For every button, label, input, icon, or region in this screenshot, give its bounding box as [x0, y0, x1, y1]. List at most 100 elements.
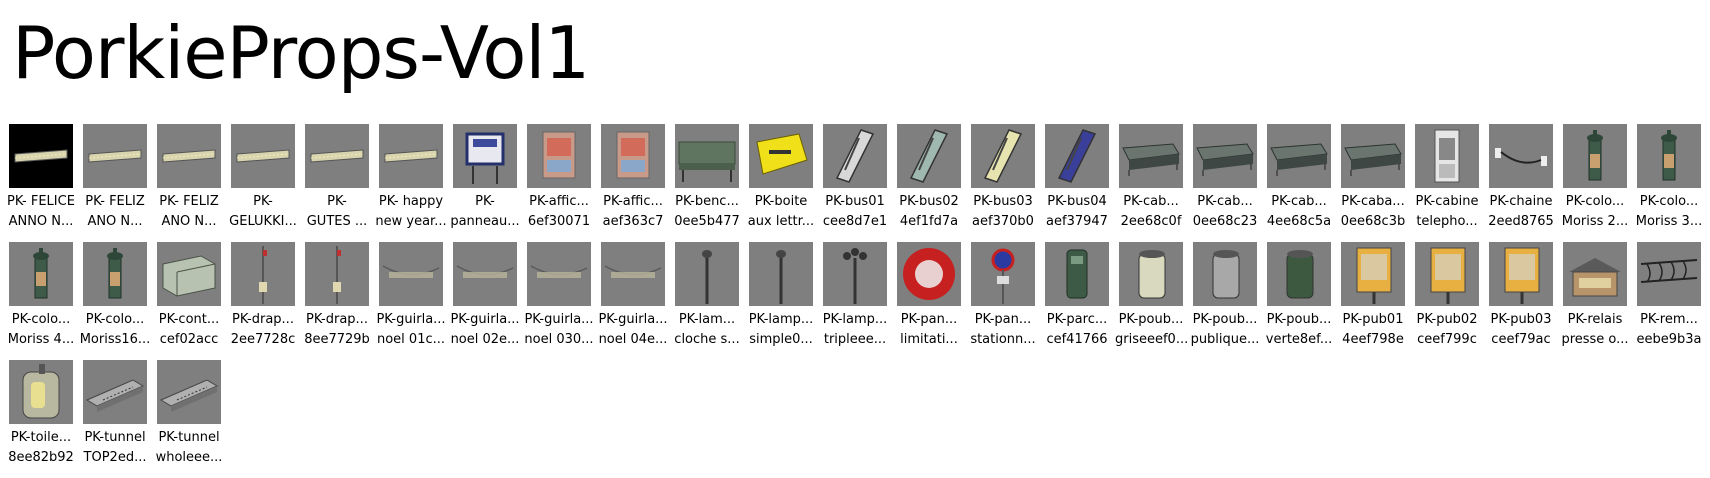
- file-item[interactable]: PK-rem... eebe9b3a: [1632, 242, 1706, 360]
- file-item[interactable]: PK-toile... 8ee82b92: [4, 360, 78, 478]
- file-label-line1: PK-colo...: [85, 312, 145, 327]
- file-item[interactable]: PK-lamp... simple0...: [744, 242, 818, 360]
- file-label-line1: PK-: [475, 194, 495, 209]
- file-item[interactable]: PK-boite aux lettr...: [744, 124, 818, 242]
- file-label-line2: aux lettr...: [747, 214, 815, 229]
- file-label: PK-lamp... simple0...: [745, 310, 817, 350]
- file-item[interactable]: PK- GUTES ...: [300, 124, 374, 242]
- file-item[interactable]: PK-cab... 4ee68c5a: [1262, 124, 1336, 242]
- file-item[interactable]: PK-drap... 2ee7728c: [226, 242, 300, 360]
- file-label: PK-guirla... noel 04e...: [597, 310, 669, 350]
- morris-column-icon: [83, 242, 147, 306]
- file-label-line1: PK-bus02: [899, 194, 959, 209]
- file-item[interactable]: PK-drap... 8ee7729b: [300, 242, 374, 360]
- file-label-line1: PK-affic...: [529, 194, 589, 209]
- file-item[interactable]: PK-bus02 4ef1fd7a: [892, 124, 966, 242]
- file-label-line2: aef363c7: [602, 214, 664, 229]
- file-label: PK-cab... 0ee68c23: [1189, 192, 1261, 232]
- trash-bin-icon: [1267, 242, 1331, 306]
- file-item[interactable]: PK-pan... stationn...: [966, 242, 1040, 360]
- morris-column-icon: [1563, 124, 1627, 188]
- file-label-line1: PK-guirla...: [598, 312, 668, 327]
- file-label-line1: PK-poub...: [1266, 312, 1332, 327]
- file-label-line2: 4ee68c5a: [1266, 214, 1332, 229]
- file-item[interactable]: PK-bus01 cee8d7e1: [818, 124, 892, 242]
- file-item[interactable]: PK-pub03 ceef79ac: [1484, 242, 1558, 360]
- file-item[interactable]: PK-poub... publique...: [1188, 242, 1262, 360]
- file-item[interactable]: PK-affic... 6ef30071: [522, 124, 596, 242]
- file-item[interactable]: PK-guirla... noel 04e...: [596, 242, 670, 360]
- file-label-line2: griseeef0...: [1115, 332, 1187, 347]
- file-item[interactable]: PK-cabine telepho...: [1410, 124, 1484, 242]
- file-item[interactable]: PK- FELIZ ANO N...: [152, 124, 226, 242]
- file-item[interactable]: PK-tunnel TOP2ed...: [78, 360, 152, 478]
- file-item[interactable]: PK-caba... 0ee68c3b: [1336, 124, 1410, 242]
- file-label-line1: PK- FELIZ: [159, 194, 219, 209]
- file-item[interactable]: PK-poub... verte8ef...: [1262, 242, 1336, 360]
- file-item[interactable]: PK-benc... 0ee5b477: [670, 124, 744, 242]
- file-item[interactable]: PK-relais presse o...: [1558, 242, 1632, 360]
- file-label: PK-affic... 6ef30071: [523, 192, 595, 232]
- file-item[interactable]: PK-bus03 aef370b0: [966, 124, 1040, 242]
- file-item[interactable]: PK-guirla... noel 030...: [522, 242, 596, 360]
- speed-sign-icon: [897, 242, 961, 306]
- file-label: PK-parc... cef41766: [1041, 310, 1113, 350]
- file-label: PK-relais presse o...: [1559, 310, 1631, 350]
- file-label-line1: PK-toile...: [10, 430, 72, 445]
- file-label-line1: PK-benc...: [675, 194, 739, 209]
- file-item[interactable]: PK-tunnel wholeee...: [152, 360, 226, 478]
- file-label-line2: tripleee...: [823, 332, 887, 347]
- garland-icon: [601, 242, 665, 306]
- file-label-line2: ANO N...: [161, 214, 217, 229]
- file-item[interactable]: PK-poub... griseeef0...: [1114, 242, 1188, 360]
- file-label-line1: PK-boite: [754, 194, 808, 209]
- file-item[interactable]: PK-parc... cef41766: [1040, 242, 1114, 360]
- file-label-line2: Moriss 4...: [7, 332, 75, 347]
- file-label-line1: PK-colo...: [1565, 194, 1625, 209]
- file-label-line2: noel 030...: [524, 332, 594, 347]
- file-label: PK- GELUKKI...: [227, 192, 299, 232]
- banner-icon: [83, 124, 147, 188]
- file-label-line2: cef41766: [1046, 332, 1108, 347]
- file-item[interactable]: PK-lamp... tripleee...: [818, 242, 892, 360]
- file-label: PK-bus02 4ef1fd7a: [893, 192, 965, 232]
- file-label: PK-pan... stationn...: [967, 310, 1039, 350]
- file-label-line2: noel 04e...: [598, 332, 668, 347]
- file-item[interactable]: PK-guirla... noel 02e...: [448, 242, 522, 360]
- file-item[interactable]: PK- FELICE ANNO N...: [4, 124, 78, 242]
- billboard-icon: [1415, 242, 1479, 306]
- file-label: PK-bus03 aef370b0: [967, 192, 1039, 232]
- file-label-line1: PK-pub03: [1490, 312, 1552, 327]
- file-item[interactable]: PK-cab... 2ee68c0f: [1114, 124, 1188, 242]
- file-item[interactable]: PK- GELUKKI...: [226, 124, 300, 242]
- file-item[interactable]: PK-cont... cef02acc: [152, 242, 226, 360]
- file-item[interactable]: PK-panneau...: [448, 124, 522, 242]
- file-item[interactable]: PK-chaine 2eed8765: [1484, 124, 1558, 242]
- file-item[interactable]: PK-cab... 0ee68c23: [1188, 124, 1262, 242]
- file-item[interactable]: PK- FELIZ ANO N...: [78, 124, 152, 242]
- file-label-line2: panneau...: [450, 214, 520, 229]
- file-item[interactable]: PK-guirla... noel 01c...: [374, 242, 448, 360]
- file-item[interactable]: PK-affic... aef363c7: [596, 124, 670, 242]
- shelter-icon: [1267, 124, 1331, 188]
- file-item[interactable]: PK-pub01 4eef798e: [1336, 242, 1410, 360]
- file-item[interactable]: PK-colo... Moriss16...: [78, 242, 152, 360]
- file-label-line1: PK-: [253, 194, 273, 209]
- file-item[interactable]: PK-colo... Moriss 2...: [1558, 124, 1632, 242]
- file-label-line2: ANNO N...: [8, 214, 74, 229]
- file-item[interactable]: PK-bus04 aef37947: [1040, 124, 1114, 242]
- file-label: PK-rem... eebe9b3a: [1633, 310, 1705, 350]
- file-label-line1: PK-relais: [1567, 312, 1623, 327]
- file-label-line1: PK-affic...: [603, 194, 663, 209]
- file-item[interactable]: PK-pub02 ceef799c: [1410, 242, 1484, 360]
- mailbox-icon: [749, 124, 813, 188]
- file-item[interactable]: PK- happy new year...: [374, 124, 448, 242]
- file-item[interactable]: PK-colo... Moriss 4...: [4, 242, 78, 360]
- file-label-line2: ceef799c: [1417, 332, 1477, 347]
- file-item[interactable]: PK-colo... Moriss 3...: [1632, 124, 1706, 242]
- shelter-icon: [1119, 124, 1183, 188]
- file-item[interactable]: PK-lam... cloche s...: [670, 242, 744, 360]
- file-label: PK-chaine 2eed8765: [1485, 192, 1557, 232]
- file-label-line2: noel 02e...: [450, 332, 520, 347]
- file-item[interactable]: PK-pan... limitati...: [892, 242, 966, 360]
